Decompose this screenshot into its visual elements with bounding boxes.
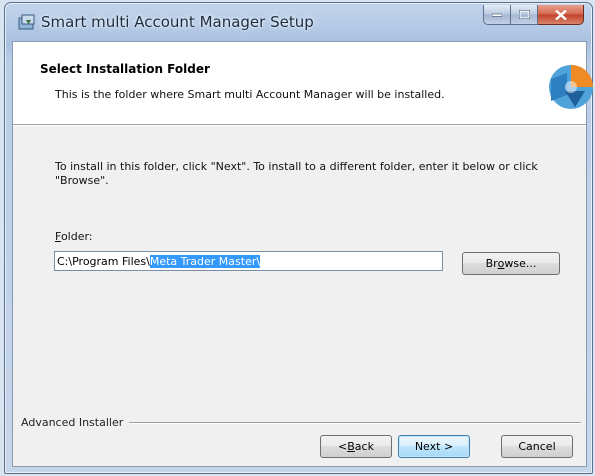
folder-path-selected: Meta Trader Master\ — [149, 255, 261, 268]
minimize-button[interactable] — [483, 5, 511, 25]
close-icon — [554, 9, 567, 20]
window-title: Smart multi Account Manager Setup — [41, 13, 314, 31]
setup-window: Smart multi Account Manager Setup Select… — [4, 2, 593, 474]
header-banner: Select Installation Folder This is the f… — [13, 42, 593, 125]
title-bar[interactable]: Smart multi Account Manager Setup — [5, 3, 592, 41]
back-button[interactable]: < Back — [320, 435, 392, 458]
cancel-button[interactable]: Cancel — [501, 435, 573, 458]
page-title: Select Installation Folder — [40, 62, 210, 76]
folder-path-input[interactable]: C:\Program Files\Meta Trader Master\ — [54, 251, 443, 271]
close-button[interactable] — [538, 5, 584, 25]
minimize-icon — [492, 13, 502, 17]
browse-button[interactable]: Br o wse... — [462, 252, 560, 275]
installer-brand-label: Advanced Installer — [21, 416, 124, 429]
caption-buttons — [483, 5, 584, 25]
folder-path-prefix: C:\Program Files\ — [57, 255, 150, 268]
banner-divider — [13, 125, 586, 126]
maximize-button[interactable] — [511, 5, 538, 25]
next-button[interactable]: Next > — [398, 435, 470, 458]
folder-label: Folder: — [55, 230, 93, 243]
page-subtitle: This is the folder where Smart multi Acc… — [55, 88, 445, 101]
dialog-client: Select Installation Folder This is the f… — [12, 41, 593, 467]
instruction-text: To install in this folder, click "Next".… — [55, 160, 538, 187]
installer-icon — [18, 14, 35, 30]
maximize-icon — [518, 10, 530, 19]
footer-divider — [129, 422, 581, 424]
setup-logo-icon — [549, 65, 593, 109]
